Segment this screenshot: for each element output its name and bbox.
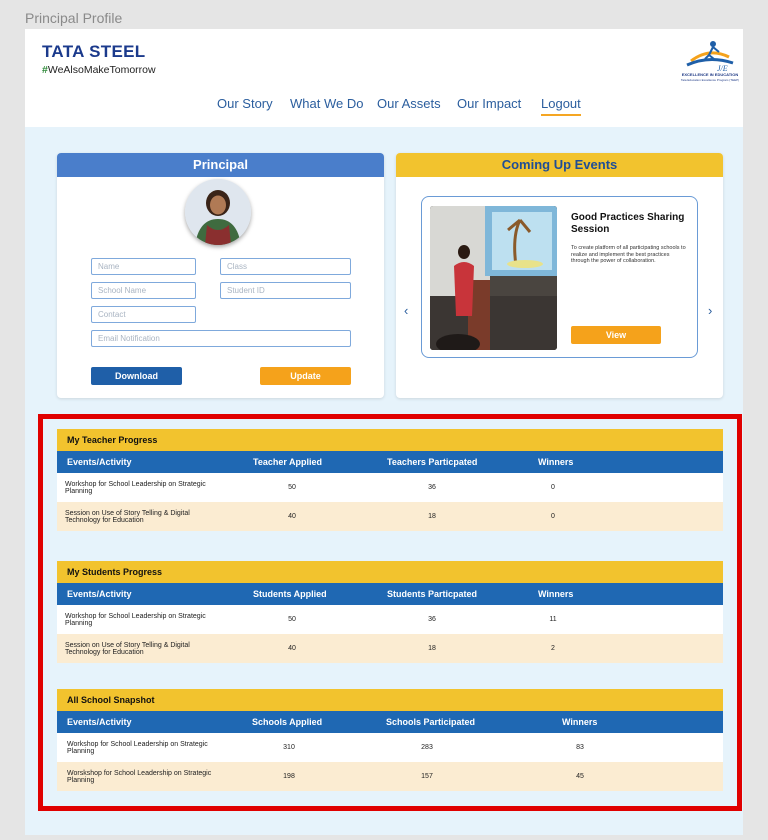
email-notification-field[interactable]: Email Notification <box>91 330 351 347</box>
nav-our-impact[interactable]: Our Impact <box>457 96 521 111</box>
class-field[interactable]: Class <box>220 258 351 275</box>
brand-name: TATA STEEL <box>42 42 146 61</box>
next-arrow-icon[interactable]: › <box>708 303 712 318</box>
teep-badge-logo: J/E EXCELLENCE IN EDUCATION Tata Educati… <box>679 37 741 85</box>
brand-tagline: #WeAlsoMakeTomorrow <box>42 64 156 76</box>
avatar[interactable] <box>185 179 251 245</box>
nav-our-story[interactable]: Our Story <box>217 96 273 111</box>
app-frame: TATA STEEL #WeAlsoMakeTomorrow J/E EXCEL… <box>25 29 743 835</box>
principal-photo-icon <box>185 179 251 245</box>
nav-our-assets[interactable]: Our Assets <box>377 96 441 111</box>
download-button[interactable]: Download <box>91 367 182 385</box>
view-button[interactable]: View <box>571 326 661 344</box>
prev-arrow-icon[interactable]: ‹ <box>404 303 408 318</box>
events-card: Coming Up Events ‹ Good Practices Sharin… <box>396 153 723 398</box>
event-photo-image-icon <box>430 206 557 350</box>
main-nav: Our Story What We Do Our Assets Our Impa… <box>25 96 743 120</box>
nav-logout[interactable]: Logout <box>541 96 581 116</box>
event-title: Good Practices Sharing Session <box>571 212 685 235</box>
update-button[interactable]: Update <box>260 367 351 385</box>
event-photo[interactable] <box>430 206 557 350</box>
principal-card: Principal Name Class School Name Student… <box>57 153 384 398</box>
school-name-field[interactable]: School Name <box>91 282 196 299</box>
badge-line-1: EXCELLENCE IN EDUCATION <box>681 72 739 77</box>
principal-card-title: Principal <box>57 153 384 177</box>
site-header: TATA STEEL #WeAlsoMakeTomorrow J/E EXCEL… <box>25 29 743 127</box>
tagline-text: WeAlsoMakeTomorrow <box>47 64 156 76</box>
name-field[interactable]: Name <box>91 258 196 275</box>
events-card-title: Coming Up Events <box>396 153 723 177</box>
page-caption: Principal Profile <box>25 10 123 26</box>
highlight-box <box>38 414 742 811</box>
event-description: To create platform of all participating … <box>571 245 686 264</box>
badge-line-2: Tata Education Excellence Program (TEEP) <box>680 77 740 82</box>
event-item: Good Practices Sharing Session To create… <box>421 196 698 358</box>
student-id-field[interactable]: Student ID <box>220 282 351 299</box>
tata-steel-logo[interactable]: TATA STEEL #WeAlsoMakeTomorrow <box>42 42 156 76</box>
nav-what-we-do[interactable]: What We Do <box>290 96 363 111</box>
contact-field[interactable]: Contact <box>91 306 196 323</box>
teep-emblem-icon: J/E <box>686 41 734 73</box>
